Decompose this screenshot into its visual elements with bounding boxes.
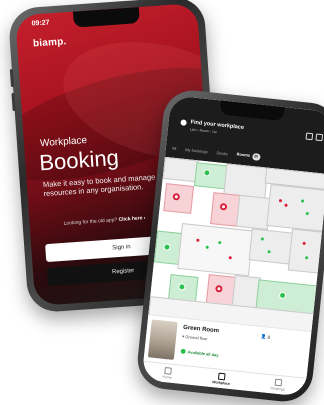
app-title: Booking <box>38 144 120 176</box>
biamp-logo: biamp. <box>32 36 67 50</box>
old-app-prompt: Looking for the old app? Click here › <box>63 215 145 227</box>
calendar-icon <box>274 378 283 387</box>
volume-button <box>9 68 15 88</box>
room-name: Green Room <box>182 324 220 335</box>
room-photo <box>147 319 178 360</box>
available-icon <box>180 349 186 355</box>
availability-status: Available all day <box>180 349 219 358</box>
nav-bookings[interactable]: Bookings <box>270 378 286 392</box>
room-floor-text: Ground floor <box>185 334 208 342</box>
tab-rooms-label: Rooms <box>236 150 251 158</box>
tab-desks[interactable]: Desks <box>216 150 228 156</box>
notch <box>72 7 140 28</box>
nav-workplace[interactable]: Workplace <box>212 372 231 386</box>
header-breadcrumb[interactable]: Ljan › Room › 1st <box>190 127 217 134</box>
old-app-link[interactable]: Click here › <box>118 215 145 223</box>
map-room <box>266 184 324 232</box>
nav-bookings-label: Bookings <box>270 386 285 392</box>
room-capacity: 👤 8 <box>260 333 271 340</box>
filter-icon[interactable] <box>315 133 324 142</box>
nav-home[interactable]: Home <box>162 366 173 380</box>
nav-home-label: Home <box>162 374 172 380</box>
tab-my-bookings[interactable]: My bookings <box>185 146 208 153</box>
map-room <box>162 156 199 183</box>
volume-button <box>11 92 16 112</box>
tab-rooms[interactable]: Rooms 20 <box>236 150 261 161</box>
rooms-count-badge: 20 <box>251 152 261 161</box>
old-app-text: Looking for the old app? <box>63 217 118 227</box>
workplace-icon <box>217 372 226 381</box>
status-time: 09:27 <box>31 19 50 28</box>
availability-text: Available all day <box>187 349 219 358</box>
home-icon <box>163 366 172 375</box>
map-screen: Find your workplace Ljan › Room › 1st Al… <box>141 95 324 397</box>
map-open-area <box>177 223 254 277</box>
search-icon[interactable] <box>305 132 314 141</box>
map-room <box>287 228 324 274</box>
tab-all[interactable]: All <box>172 145 177 150</box>
location-pin-icon <box>180 119 187 126</box>
room-floor: ▾ Ground floor <box>182 333 208 342</box>
floor-map[interactable] <box>148 156 324 332</box>
nav-workplace-label: Workplace <box>212 380 231 386</box>
phone-floor-map: Find your workplace Ljan › Room › 1st Al… <box>134 87 324 405</box>
map-room <box>248 228 294 265</box>
room-capacity-value: 8 <box>267 334 271 340</box>
